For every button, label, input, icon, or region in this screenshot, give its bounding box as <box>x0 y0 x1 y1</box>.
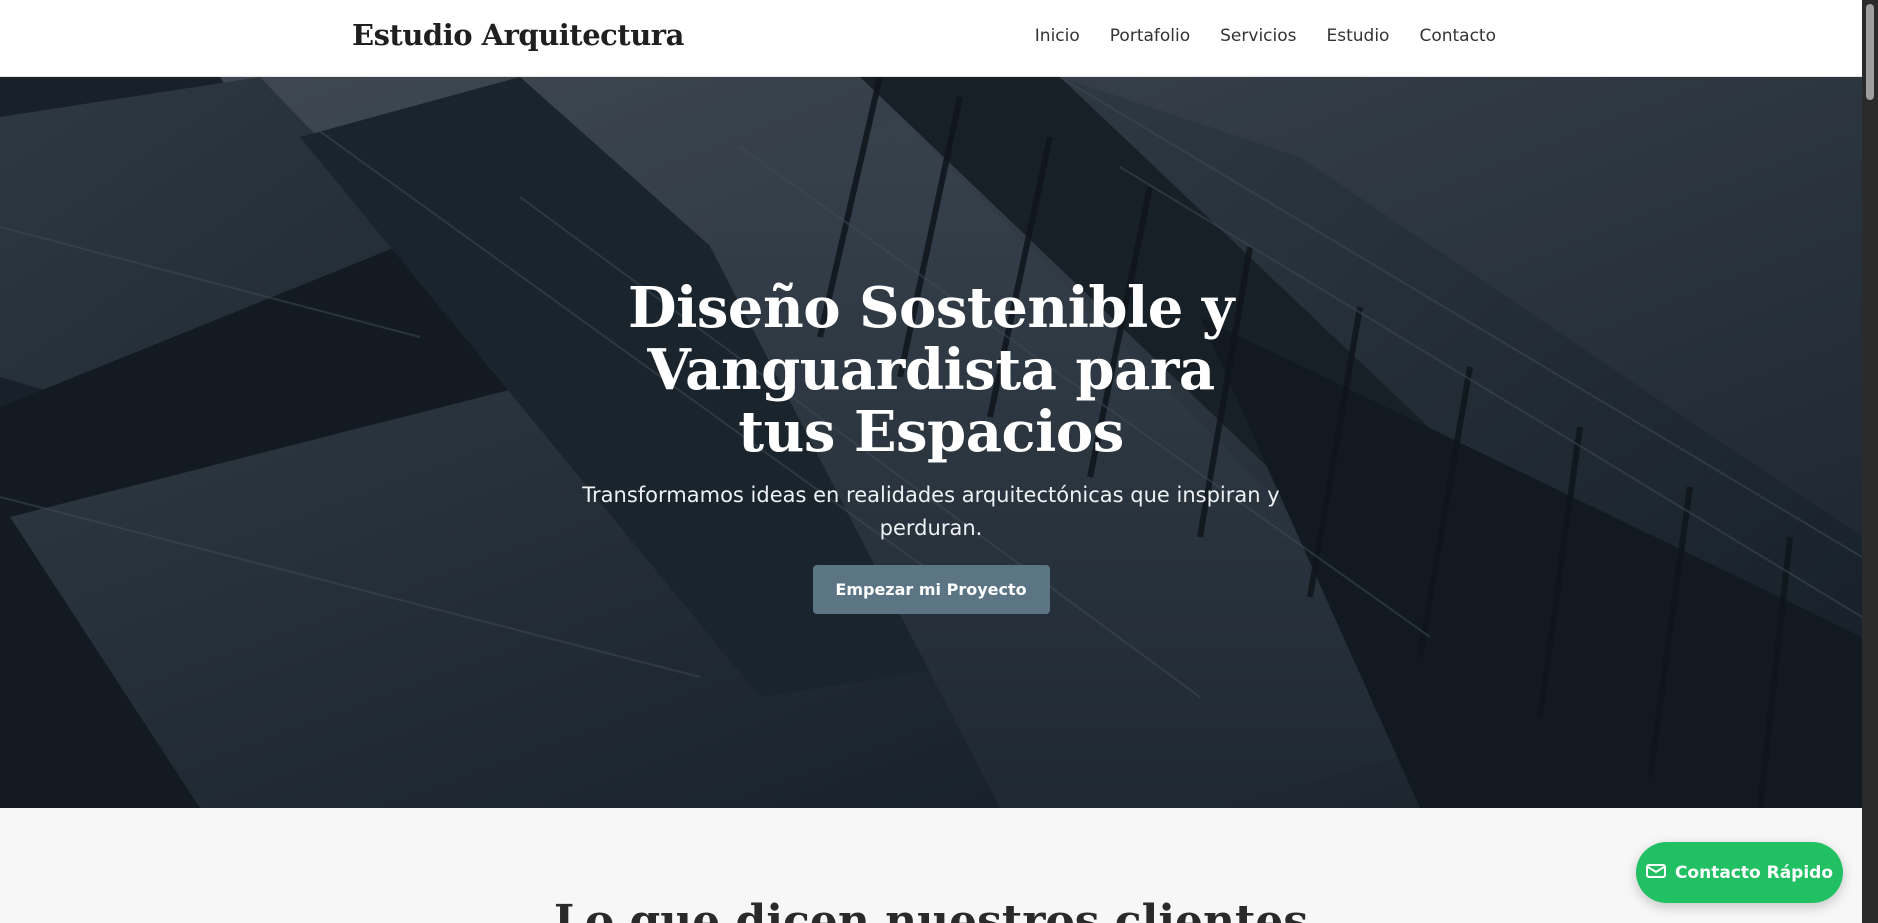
brand-logo[interactable]: Estudio Arquitectura <box>352 18 684 52</box>
nav-link-servicios[interactable]: Servicios <box>1220 26 1296 46</box>
start-project-button[interactable]: Empezar mi Proyecto <box>812 565 1050 614</box>
scrollbar-thumb[interactable] <box>1866 4 1874 100</box>
nav-link-portafolio[interactable]: Portafolio <box>1110 26 1190 46</box>
navbar: Estudio Arquitectura Inicio Portafolio S… <box>0 0 1862 77</box>
nav-link-inicio[interactable]: Inicio <box>1035 26 1080 46</box>
hero-section: Diseño Sostenible y Vanguardista para tu… <box>0 77 1862 808</box>
hero-subtitle: Transformamos ideas en realidades arquit… <box>582 483 1280 540</box>
testimonials-section: Lo que dicen nuestros clientes <box>0 808 1862 923</box>
hero-content: Diseño Sostenible y Vanguardista para tu… <box>531 277 1331 614</box>
quick-contact-label: Contacto Rápido <box>1674 862 1834 883</box>
nav-link-estudio[interactable]: Estudio <box>1327 26 1390 46</box>
page-scrollbar[interactable] <box>1862 0 1878 923</box>
nav-link-contacto[interactable]: Contacto <box>1419 26 1496 46</box>
envelope-icon <box>1645 863 1666 883</box>
hero-title: Diseño Sostenible y Vanguardista para tu… <box>628 275 1234 465</box>
testimonials-title: Lo que dicen nuestros clientes <box>553 896 1309 923</box>
main-nav: Inicio Portafolio Servicios Estudio Cont… <box>1035 26 1496 46</box>
quick-contact-button[interactable]: Contacto Rápido <box>1636 842 1843 903</box>
